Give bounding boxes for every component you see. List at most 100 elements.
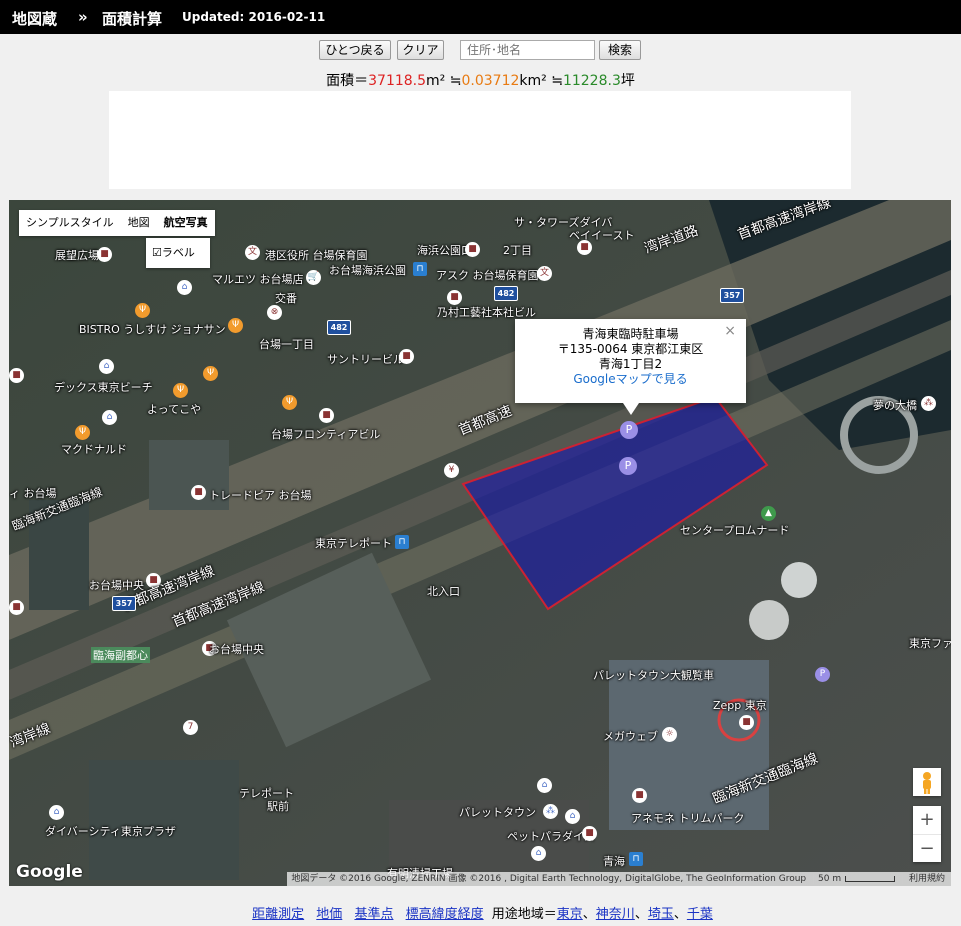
parking-icon[interactable]: P (620, 421, 638, 439)
undo-button[interactable]: ひとつ戻る (319, 40, 391, 60)
separator: 、 (634, 907, 648, 922)
poi-icon: ■ (465, 242, 480, 257)
map-label: パレットタウン (459, 806, 536, 819)
map-label: アスク お台場保育園 (436, 269, 539, 282)
area-readout: 面積＝37118.5m² ≒0.03712km² ≒11228.3坪 (0, 70, 961, 90)
map-label: BISTRO うしすけ ジョナサン (79, 323, 226, 336)
search-button[interactable]: 検索 (599, 40, 641, 60)
restaurant-icon: Ψ (75, 425, 90, 440)
map-label: お台場海浜公園 (329, 264, 406, 277)
zoning-link-tokyo[interactable]: 東京 (557, 907, 583, 922)
google-maps-link[interactable]: Googleマップで見る (573, 372, 687, 386)
map-label: 東京ファッションタウン (909, 637, 951, 650)
info-window-tail (623, 403, 639, 415)
checkbox-icon: ☑ (152, 246, 162, 259)
shop-icon: ⌂ (565, 809, 580, 824)
shop-icon: ⌂ (99, 359, 114, 374)
map-label: 展望広場 (55, 249, 99, 262)
route-shield: 482 (327, 320, 351, 335)
police-icon: ⊗ (267, 305, 282, 320)
updated-date: Updated: 2016-02-11 (182, 10, 326, 24)
poi-icon: ⁂ (921, 396, 936, 411)
restaurant-icon: Ψ (282, 395, 297, 410)
zoom-in-button[interactable]: + (913, 806, 941, 835)
close-icon[interactable]: × (724, 324, 736, 339)
poi-icon: ■ (739, 715, 754, 730)
footer-link-benchmark[interactable]: 基準点 (354, 907, 393, 922)
poi-icon: ■ (191, 485, 206, 500)
poi-icon: ☼ (662, 727, 677, 742)
route-shield: 482 (494, 286, 518, 301)
shop-icon: ⌂ (531, 846, 546, 861)
attribution-text: 地図データ ©2016 Google, ZENRIN 画像 ©2016 , Di… (291, 874, 807, 884)
restaurant-icon: Ψ (135, 303, 150, 318)
info-title: 青海東臨時駐車場 (582, 327, 679, 341)
scale-label: 50 m (813, 874, 846, 884)
poi-icon: ■ (577, 240, 592, 255)
shop-icon: ⌂ (102, 410, 117, 425)
map-label: ダイバーシティ東京プラザ (45, 825, 176, 838)
separator: 、 (582, 907, 596, 922)
area-tsubo-unit: 坪 (620, 73, 635, 89)
poi-icon: ■ (632, 788, 647, 803)
area-km2-value: 0.03712 (461, 73, 520, 89)
map-label: メガウェブ (603, 730, 658, 743)
map-label: ベイイースト (569, 229, 635, 242)
info-address-line1: 〒135-0064 東京都江東区 (557, 342, 704, 356)
footer-link-landprice[interactable]: 地価 (316, 907, 342, 922)
zoom-out-button[interactable]: − (913, 835, 941, 862)
map-type-satellite[interactable]: 航空写真 (157, 210, 215, 236)
zoning-link-saitama[interactable]: 埼玉 (648, 907, 674, 922)
zoning-label: 用途地域＝ (491, 907, 557, 922)
map-label: 海浜公園口 (417, 244, 472, 257)
map-label: 乃村工藝社本社ビル (437, 306, 536, 319)
restaurant-icon: Ψ (173, 383, 188, 398)
map-type-control: シンプルスタイル 地図 航空写真 (19, 210, 215, 236)
yen-icon: ¥ (444, 463, 459, 478)
zoning-link-kanagawa[interactable]: 神奈川 (596, 907, 635, 922)
pegman-figure (923, 772, 931, 794)
site-home-link[interactable]: 地図蔵 (12, 8, 57, 29)
map-label: センタープロムナード (680, 524, 790, 537)
poi-icon: ■ (9, 600, 24, 615)
shop-icon: ⁂ (543, 804, 558, 819)
map-label: 台場一丁目 (259, 338, 314, 351)
map-type-simple[interactable]: シンプルスタイル (19, 210, 121, 236)
footer-link-distance[interactable]: 距離測定 (252, 907, 304, 922)
terms-link[interactable]: 利用規約 (901, 874, 951, 884)
info-address-line2: 青海1丁目2 (598, 357, 663, 371)
label-toggle[interactable]: ☑ラベル (146, 238, 210, 268)
clear-button[interactable]: クリア (397, 40, 444, 60)
map-label: マルエツ お台場店 (212, 273, 304, 286)
top-bar: 地図蔵 » 面積計算 Updated: 2016-02-11 (0, 0, 961, 34)
pegman-icon[interactable] (913, 768, 941, 796)
map-label: 駅前 (267, 800, 289, 813)
scale-bar (845, 875, 896, 882)
search-input[interactable] (460, 40, 595, 60)
train-station-icon: ⊓ (629, 852, 643, 866)
label-toggle-text: ラベル (161, 246, 195, 259)
map-label: ィ お台場 (9, 487, 57, 500)
map-canvas[interactable]: シンプルスタイル 地図 航空写真 ☑ラベル 展望広場 ■ 文 港区役所 台場保育園 … (9, 200, 951, 886)
restaurant-icon: Ψ (228, 318, 243, 333)
info-window: × 青海東臨時駐車場 〒135-0064 東京都江東区 青海1丁目2 Googl… (515, 319, 746, 415)
map-label: サントリービル (327, 353, 404, 366)
poi-icon: ■ (582, 826, 597, 841)
route-shield: 357 (720, 288, 744, 303)
poi-icon: ■ (97, 247, 112, 262)
map-label: マクドナルド (61, 443, 127, 456)
zoning-link-chiba[interactable]: 千葉 (687, 907, 713, 922)
satellite-imagery (9, 200, 951, 886)
route-shield: 357 (112, 596, 136, 611)
parking-icon[interactable]: P (619, 457, 637, 475)
train-station-icon: ⊓ (413, 262, 427, 276)
map-type-map[interactable]: 地図 (121, 210, 157, 236)
map-attribution: 地図データ ©2016 Google, ZENRIN 画像 ©2016 , Di… (287, 872, 951, 886)
school-icon: 文 (245, 245, 260, 260)
map-label: 東京テレポート (315, 537, 392, 550)
map-label: 港区役所 台場保育園 (265, 249, 368, 262)
footer-link-elevation[interactable]: 標高緯度経度 (406, 907, 484, 922)
map-label: 交番 (275, 292, 297, 305)
train-station-icon: ⊓ (395, 535, 409, 549)
map-label: デックス東京ビーチ (54, 381, 153, 394)
